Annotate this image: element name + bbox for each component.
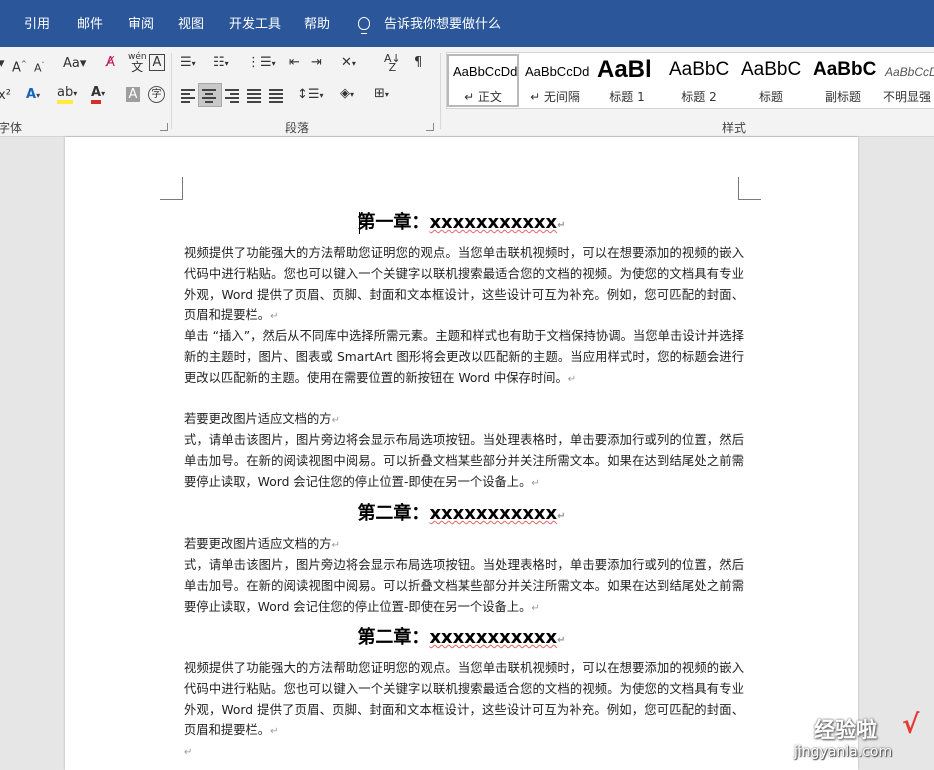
style-subtitle[interactable]: AaBbC 副标题 (807, 54, 879, 107)
increase-indent-icon[interactable]: ⇥ (311, 55, 322, 71)
grow-font-icon[interactable]: A^ (12, 56, 27, 76)
heading-chapter-1[interactable]: 第一章：xxxxxxxxxxx↵ (65, 211, 858, 238)
paragraph[interactable]: 若要更改图片适应文档的方↵ (184, 534, 744, 557)
styles-gallery: AaBbCcDd ↵ 正文 AaBbCcDd ↵ 无间隔 AaBl 标题 1 A… (446, 52, 934, 109)
empty-paragraph[interactable]: ↵ (184, 741, 744, 764)
chinese-layout-icon[interactable]: ✕▾ (341, 55, 356, 72)
numbering-icon[interactable]: ☷▾ (213, 55, 229, 72)
tab-references[interactable]: 引用 (24, 16, 50, 34)
margin-corner-mark (738, 177, 761, 200)
style-heading-2[interactable]: AaBbC 标题 2 (663, 54, 735, 107)
paragraph[interactable]: 若要更改图片适应文档的方↵ (184, 409, 744, 432)
font-group-label: 字体 (0, 121, 23, 135)
tab-help[interactable]: 帮助 (304, 16, 330, 34)
paragraph[interactable]: 单击 “插入”，然后从不同库中选择所需元素。主题和样式也有助于文档保持协调。当您… (184, 326, 744, 390)
character-shading-icon[interactable]: A (126, 87, 140, 102)
align-left-icon[interactable] (181, 89, 195, 103)
style-subtle-emphasis[interactable]: AaBbCcDd 不明显强 (879, 54, 934, 107)
font-size-dropdown-icon[interactable]: ▾ (0, 56, 5, 72)
shading-icon[interactable]: ◈▾ (340, 86, 354, 103)
tell-me-search[interactable]: 告诉我你想要做什么 (384, 16, 501, 34)
style-heading-1[interactable]: AaBl 标题 1 (591, 54, 663, 107)
distributed-icon[interactable] (269, 89, 283, 103)
document-page[interactable]: 第一章：xxxxxxxxxxx↵ 视频提供了功能强大的方法帮助您证明您的观点。当… (65, 137, 858, 770)
bullets-icon[interactable]: ☰▾ (180, 55, 196, 72)
margin-corner-mark (160, 177, 183, 200)
character-border-icon[interactable]: A (149, 54, 165, 71)
font-color-icon[interactable]: A▾ (91, 85, 105, 104)
paragraph-group-label: 段落 (285, 121, 310, 135)
align-right-icon[interactable] (225, 89, 239, 103)
paragraph-dialog-launcher-icon[interactable] (426, 123, 434, 131)
paragraph[interactable]: 式，请单击该图片，图片旁边将会显示布局选项按钮。当处理表格时，单击要添加行或列的… (184, 555, 744, 619)
heading-chapter-2-repeat[interactable]: 第二章：xxxxxxxxxxx↵ (65, 626, 858, 653)
line-spacing-icon[interactable]: ↕☰▾ (297, 87, 324, 104)
style-no-spacing[interactable]: AaBbCcDd ↵ 无间隔 (519, 54, 591, 107)
sort-icon[interactable]: A↓ Z (384, 53, 401, 73)
font-dialog-launcher-icon[interactable] (160, 123, 168, 131)
align-center-icon[interactable] (202, 89, 216, 103)
ribbon-tab-bar: 引用 邮件 审阅 视图 开发工具 帮助 告诉我你想要做什么 (0, 0, 934, 47)
style-normal[interactable]: AaBbCcDd ↵ 正文 (447, 54, 519, 107)
superscript-icon[interactable]: x² (0, 88, 11, 104)
multilevel-list-icon[interactable]: ⋮☰▾ (247, 55, 276, 72)
enclose-characters-icon[interactable]: 字 (148, 86, 165, 103)
borders-icon[interactable]: ⊞▾ (374, 86, 389, 103)
lightbulb-icon (358, 17, 370, 34)
show-marks-icon[interactable]: ¶ (414, 55, 422, 71)
clear-formatting-icon[interactable]: A̸ (106, 55, 115, 71)
justify-icon[interactable] (247, 89, 261, 103)
tab-view[interactable]: 视图 (178, 16, 204, 34)
tab-review[interactable]: 审阅 (128, 16, 154, 34)
highlight-color-icon[interactable]: ab▾ (57, 85, 77, 104)
watermark-logo: 经验啦 √ jingyanla.com (794, 710, 920, 760)
tab-mailings[interactable]: 邮件 (77, 16, 103, 34)
group-divider (171, 53, 172, 129)
paragraph[interactable]: 式，请单击该图片，图片旁边将会显示布局选项按钮。当处理表格时，单击要添加行或列的… (184, 430, 744, 494)
styles-group-label: 样式 (722, 121, 747, 135)
style-title[interactable]: AaBbC 标题 (735, 54, 807, 107)
paragraph[interactable]: 视频提供了功能强大的方法帮助您证明您的观点。当您单击联机视频时，可以在想要添加的… (184, 243, 744, 328)
text-effects-icon[interactable]: A▾ (26, 87, 40, 104)
decrease-indent-icon[interactable]: ⇤ (289, 55, 300, 71)
phonetic-guide-icon[interactable]: wén 文 (128, 52, 147, 74)
paragraph[interactable]: 视频提供了功能强大的方法帮助您证明您的观点。当您单击联机视频时，可以在想要添加的… (184, 658, 744, 743)
change-case-icon[interactable]: Aa▾ (63, 56, 86, 72)
tab-developer[interactable]: 开发工具 (229, 16, 281, 34)
shrink-font-icon[interactable]: Aˇ (34, 58, 45, 77)
heading-chapter-2[interactable]: 第二章：xxxxxxxxxxx↵ (65, 502, 858, 529)
group-divider (440, 53, 441, 129)
